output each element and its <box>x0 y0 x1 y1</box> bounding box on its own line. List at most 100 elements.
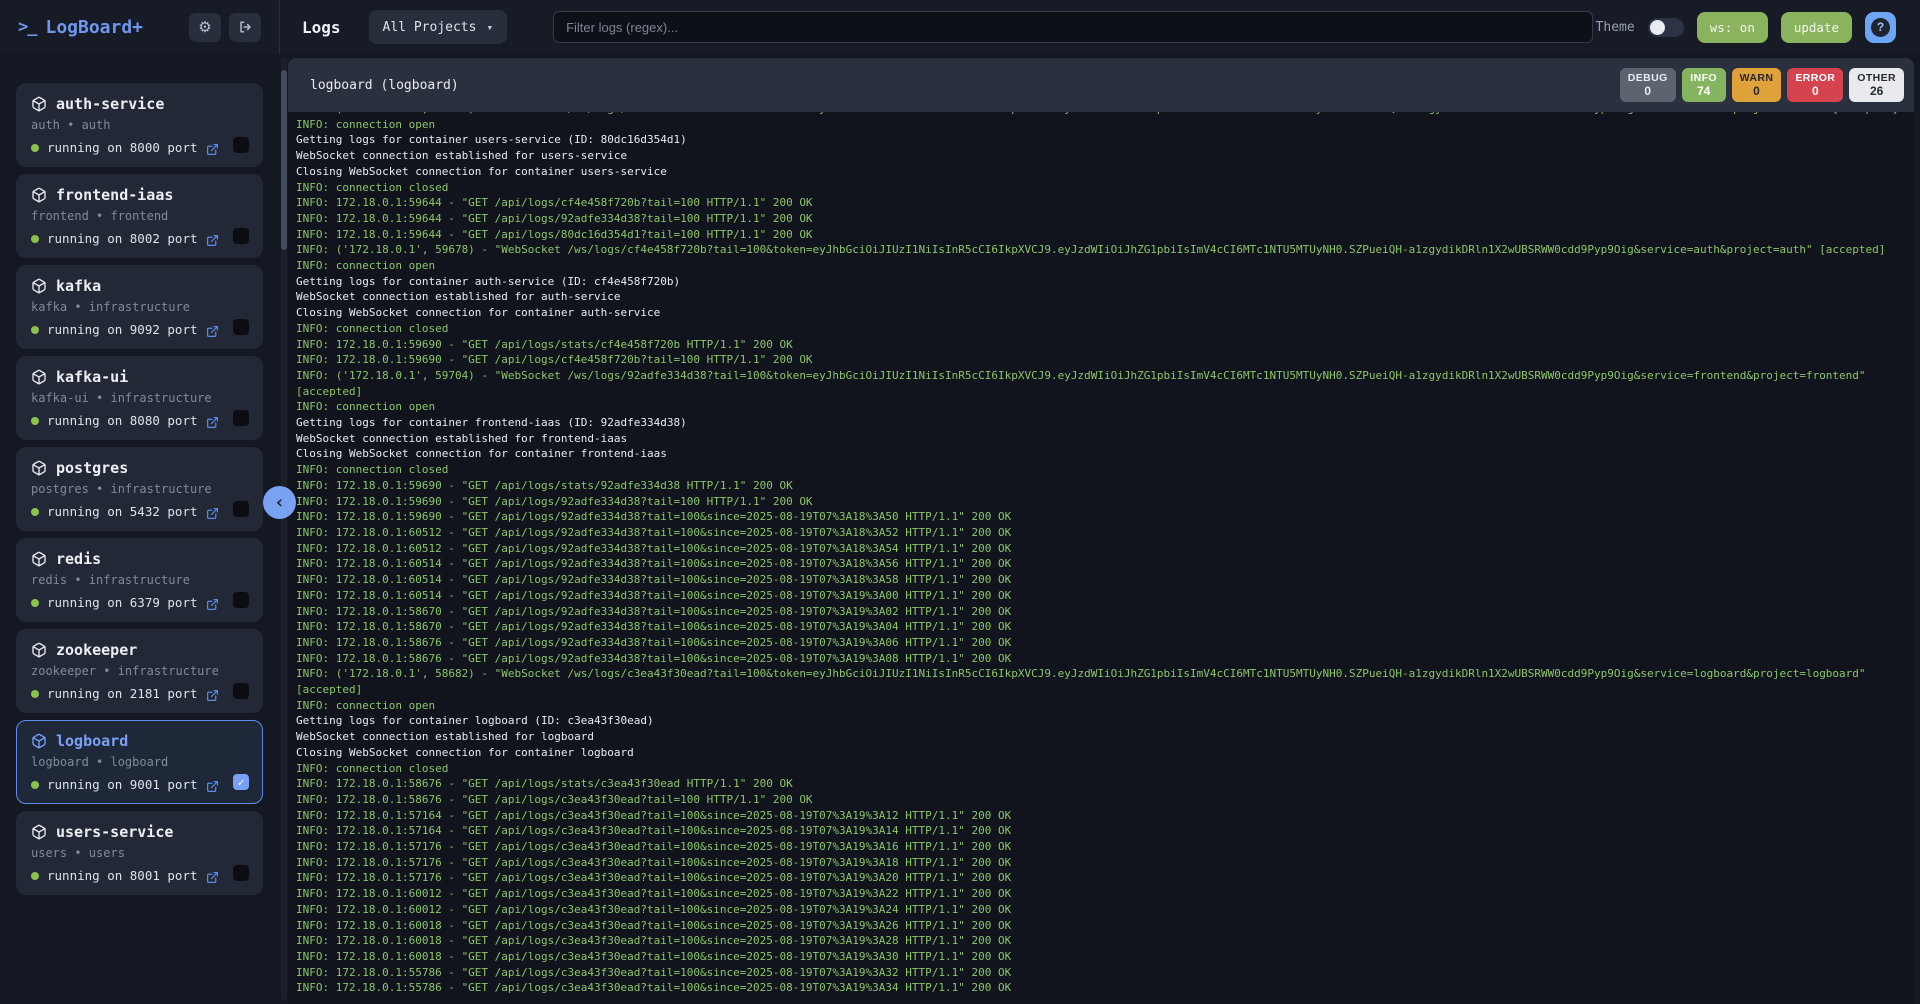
status-dot <box>31 872 39 880</box>
external-link-icon[interactable] <box>206 414 219 427</box>
log-line: INFO: ('172.18.0.1', 58682) - "WebSocket… <box>296 666 1906 697</box>
log-line: INFO: 172.18.0.1:60514 - "GET /api/logs/… <box>296 588 1906 604</box>
service-card-redis[interactable]: redisredis • infrastructurerunning on 63… <box>16 538 263 622</box>
service-card-kafka-ui[interactable]: kafka-uikafka-ui • infrastructurerunning… <box>16 356 263 440</box>
service-name: kafka <box>56 277 101 295</box>
service-card-logboard[interactable]: logboardlogboard • logboardrunning on 90… <box>16 720 263 804</box>
badge-other[interactable]: OTHER26 <box>1849 68 1904 102</box>
badge-count: 0 <box>1753 84 1760 98</box>
service-status-text: running on 9001 port <box>47 777 198 792</box>
log-line: INFO: 172.18.0.1:60018 - "GET /api/logs/… <box>296 949 1906 965</box>
service-list: auth-service auth • auth running on 8000 p… <box>16 83 288 895</box>
service-name: auth-service <box>56 95 164 113</box>
service-checkbox[interactable] <box>233 501 249 517</box>
package-icon <box>31 551 47 567</box>
log-line: INFO: connection open <box>296 698 1906 714</box>
badge-count: 0 <box>1644 84 1651 98</box>
log-panel-title: logboard (logboard) <box>310 78 459 93</box>
log-filter-input[interactable] <box>553 11 1593 43</box>
badge-warn[interactable]: WARN0 <box>1732 68 1782 102</box>
log-line: Closing WebSocket connection for contain… <box>296 164 1906 180</box>
badge-debug[interactable]: DEBUG0 <box>1620 68 1676 102</box>
service-checkbox[interactable] <box>233 865 249 881</box>
service-card-postgres[interactable]: postgrespostgres • infrastructurerunning… <box>16 447 263 531</box>
service-card-zookeeper[interactable]: zookeeperzookeeper • infrastructurerunni… <box>16 629 263 713</box>
log-line: Getting logs for container users-service… <box>296 132 1906 148</box>
service-status-text: running on 9092 port <box>47 322 198 337</box>
question-icon: ? <box>1871 18 1890 37</box>
log-line: Closing WebSocket connection for contain… <box>296 305 1906 321</box>
external-link-icon[interactable] <box>206 596 219 609</box>
sidebar-collapse-button[interactable]: ‹ <box>263 486 296 519</box>
log-line: INFO: 172.18.0.1:57164 - "GET /api/logs/… <box>296 823 1906 839</box>
service-status-text: running on 8000 port <box>47 140 198 155</box>
service-meta: auth • auth <box>31 118 248 132</box>
package-icon <box>31 824 47 840</box>
log-line: INFO: ('172.18.0.1', 59678) - "WebSocket… <box>296 242 1906 258</box>
external-link-icon[interactable] <box>206 778 219 791</box>
service-checkbox[interactable] <box>233 137 249 153</box>
log-panel-header: logboard (logboard) DEBUG0INFO74WARN0ERR… <box>288 58 1914 112</box>
log-line: INFO: 172.18.0.1:60514 - "GET /api/logs/… <box>296 572 1906 588</box>
log-line: INFO: 172.18.0.1:60012 - "GET /api/logs/… <box>296 902 1906 918</box>
status-dot <box>31 235 39 243</box>
service-checkbox[interactable] <box>233 319 249 335</box>
package-icon <box>31 369 47 385</box>
service-card-kafka[interactable]: kafkakafka • infrastructurerunning on 90… <box>16 265 263 349</box>
websocket-status-button[interactable]: ws: on <box>1697 12 1768 43</box>
service-card-users-service[interactable]: users-serviceusers • usersrunning on 800… <box>16 811 263 895</box>
service-card-frontend-iaas[interactable]: frontend-iaasfrontend • frontendrunning … <box>16 174 263 258</box>
theme-toggle[interactable] <box>1648 18 1684 37</box>
log-line: INFO: connection closed <box>296 761 1906 777</box>
badge-label: WARN <box>1740 72 1774 84</box>
log-line: WebSocket connection established for fro… <box>296 431 1906 447</box>
external-link-icon[interactable] <box>206 141 219 154</box>
package-icon <box>31 187 47 203</box>
log-line: INFO: 172.18.0.1:60018 - "GET /api/logs/… <box>296 918 1906 934</box>
status-dot <box>31 599 39 607</box>
package-icon <box>31 460 47 476</box>
service-card-auth-service[interactable]: auth-service auth • auth running on 8000 p… <box>16 83 263 167</box>
status-dot <box>31 781 39 789</box>
help-button[interactable]: ? <box>1865 12 1896 43</box>
log-line: INFO: 172.18.0.1:58676 - "GET /api/logs/… <box>296 776 1906 792</box>
external-link-icon[interactable] <box>206 869 219 882</box>
log-line: INFO: ('172.18.0.1', 59704) - "WebSocket… <box>296 368 1906 399</box>
log-line: INFO: 172.18.0.1:59644 - "GET /api/logs/… <box>296 195 1906 211</box>
external-link-icon[interactable] <box>206 687 219 700</box>
log-line: INFO: 172.18.0.1:57176 - "GET /api/logs/… <box>296 855 1906 871</box>
log-line: Closing WebSocket connection for contain… <box>296 446 1906 462</box>
log-line: INFO: 172.18.0.1:58670 - "GET /api/logs/… <box>296 619 1906 635</box>
external-link-icon[interactable] <box>206 323 219 336</box>
sidebar-scrollbar-thumb[interactable] <box>281 70 287 250</box>
settings-button[interactable]: ⚙ <box>189 13 221 42</box>
external-link-icon[interactable] <box>206 505 219 518</box>
badge-label: ERROR <box>1795 72 1835 84</box>
badge-error[interactable]: ERROR0 <box>1787 68 1843 102</box>
log-line: INFO: 172.18.0.1:59690 - "GET /api/logs/… <box>296 337 1906 353</box>
log-line: INFO: 172.18.0.1:59690 - "GET /api/logs/… <box>296 509 1906 525</box>
badge-count: 26 <box>1870 84 1883 98</box>
theme-label: Theme <box>1596 20 1635 35</box>
service-name: redis <box>56 550 101 568</box>
logout-icon <box>238 20 252 34</box>
log-line: INFO: 172.18.0.1:59690 - "GET /api/logs/… <box>296 478 1906 494</box>
update-button[interactable]: update <box>1781 12 1852 43</box>
service-checkbox[interactable]: ✓ <box>233 774 249 790</box>
service-checkbox[interactable] <box>233 592 249 608</box>
project-filter-dropdown[interactable]: All Projects ▾ <box>369 10 508 44</box>
external-link-icon[interactable] <box>206 232 219 245</box>
badge-count: 74 <box>1697 84 1710 98</box>
page-title: Logs <box>302 18 341 37</box>
log-line: INFO: connection closed <box>296 321 1906 337</box>
terminal-icon: >_ <box>18 17 36 37</box>
service-checkbox[interactable] <box>233 683 249 699</box>
badge-info[interactable]: INFO74 <box>1682 68 1726 102</box>
log-line: WebSocket connection established for aut… <box>296 289 1906 305</box>
service-checkbox[interactable] <box>233 410 249 426</box>
service-checkbox[interactable] <box>233 228 249 244</box>
log-line: INFO: 172.18.0.1:60512 - "GET /api/logs/… <box>296 541 1906 557</box>
logout-button[interactable] <box>229 13 261 42</box>
service-meta: postgres • infrastructure <box>31 482 248 496</box>
status-dot <box>31 144 39 152</box>
